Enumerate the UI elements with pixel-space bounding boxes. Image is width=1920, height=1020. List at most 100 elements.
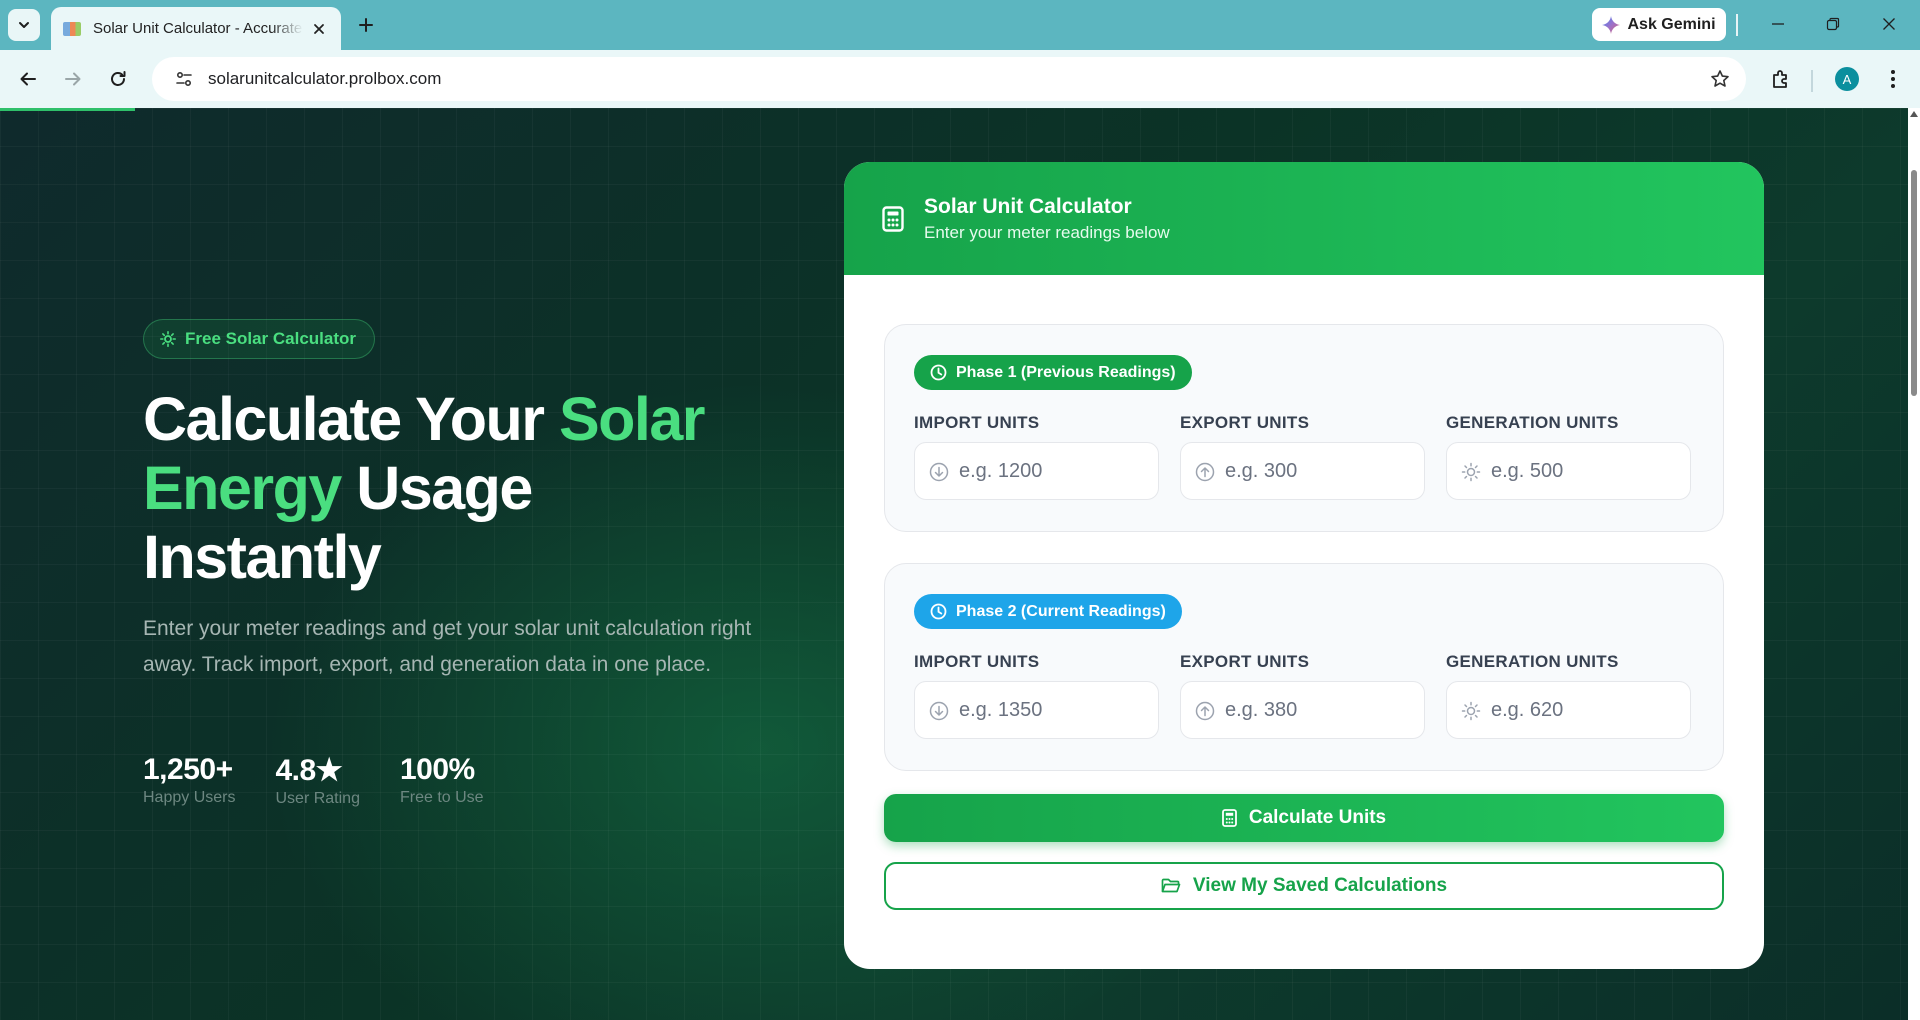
view-saved-calculations-button[interactable]: View My Saved Calculations [884,862,1724,910]
phase1-generation-input[interactable] [1447,443,1690,499]
puzzle-icon [1773,70,1787,88]
divider [1811,70,1813,92]
phase2-import-input[interactable] [915,682,1158,738]
arrow-right-icon [65,72,81,86]
close-window-button[interactable] [1869,8,1909,40]
bookmark-star-icon[interactable] [1708,67,1732,91]
close-icon [314,23,324,34]
browser-tab[interactable]: Solar Unit Calculator - Accurate Solar E… [51,7,341,50]
stat-label: Happy Users [143,789,236,806]
calculate-units-button[interactable]: Calculate Units [884,794,1724,842]
field-label: EXPORT UNITS [1180,652,1310,671]
browser-menu-button[interactable] [1876,62,1910,96]
sun-icon [160,331,176,347]
reload-button[interactable] [101,62,135,96]
browser-toolbar: solarunitcalculator.prolbox.com A [0,50,1920,108]
phase2-tag: Phase 2 (Current Readings) [914,594,1182,629]
scrollbar-thumb[interactable] [1911,170,1917,396]
headline-part1: Calculate Your [143,385,559,453]
phase2-import-wrapper [914,681,1159,739]
calculator-icon [882,205,904,232]
minimize-button[interactable] [1758,8,1798,40]
tab-strip: Solar Unit Calculator - Accurate Solar E… [0,0,1920,50]
view-saved-calculations-label: View My Saved Calculations [1192,875,1448,896]
phase2-export-field: EXPORT UNITS [1180,652,1425,739]
field-label: GENERATION UNITS [1446,413,1619,432]
page-scrollbar[interactable] [1908,108,1920,1020]
phase1-generation-wrapper [1446,442,1691,500]
ask-gemini-button[interactable]: Ask Gemini [1592,8,1726,41]
phase1-export-input[interactable] [1181,443,1424,499]
restore-button[interactable] [1813,8,1853,40]
stat-value: 100% [399,753,475,786]
phase1-export-wrapper [1180,442,1425,500]
free-calculator-badge: Free Solar Calculator [143,319,376,359]
phase2-fields: IMPORT UNITS EXPORT UNITS GENERATION UNI… [914,652,1691,739]
restore-icon [1826,17,1840,31]
stats-row: 1,250+ Happy Users 4.8★ User Rating 100%… [143,753,524,808]
phase2-tag-label: Phase 2 (Current Readings) [956,602,1166,620]
url-text: solarunitcalculator.prolbox.com [208,69,442,88]
tab-search-button[interactable] [8,9,40,41]
stat-value: 1,250+ [143,753,233,786]
scroll-up-arrow-icon[interactable] [1910,110,1918,118]
phase1-generation-field: GENERATION UNITS [1446,413,1691,500]
stat-users: 1,250+ Happy Users [143,753,235,808]
close-icon [1883,18,1895,30]
phase2-generation-field: GENERATION UNITS [1446,652,1691,739]
phase1-tag-label: Phase 1 (Previous Readings) [956,363,1176,381]
stat-label: User Rating [275,790,360,807]
chevron-down-icon [19,22,29,28]
field-label: IMPORT UNITS [914,413,1040,432]
minimize-icon [1772,23,1784,25]
calculator-card: Solar Unit Calculator Enter your meter r… [844,162,1764,969]
gemini-sparkle-icon [1602,15,1621,34]
address-bar[interactable]: solarunitcalculator.prolbox.com [152,57,1746,101]
profile-avatar[interactable]: A [1835,67,1859,91]
site-info-icon[interactable] [172,67,196,91]
stat-free: 100% Free to Use [400,753,484,808]
favicon-icon [63,21,81,36]
forward-button[interactable] [56,62,90,96]
close-tab-button[interactable] [309,19,329,39]
extensions-button[interactable] [1764,62,1798,96]
stat-value: 4.8★ [275,754,343,787]
tab-title: Solar Unit Calculator - Accurate Solar E… [93,20,303,37]
page-content: Free Solar Calculator Calculate Your Sol… [0,108,1908,1020]
phase1-tag: Phase 1 (Previous Readings) [914,355,1192,390]
plus-icon [359,18,373,32]
phase1-import-input[interactable] [915,443,1158,499]
badge-label: Free Solar Calculator [185,329,357,348]
folder-open-icon [1161,878,1181,893]
calculator-subtitle: Enter your meter readings below [924,222,1170,242]
page-title: Calculate Your Solar Energy Usage Instan… [143,385,763,592]
ask-gemini-label: Ask Gemini [1627,15,1716,33]
stat-label: Free to Use [399,789,484,806]
calculate-units-label: Calculate Units [1248,807,1387,828]
field-label: IMPORT UNITS [914,652,1040,671]
hero-description: Enter your meter readings and get your s… [143,617,752,676]
phase1-import-field: IMPORT UNITS [914,413,1159,500]
more-vertical-icon [1891,70,1895,88]
phase1-section: Phase 1 (Previous Readings) IMPORT UNITS… [884,324,1724,532]
divider [1736,14,1738,36]
phase1-fields: IMPORT UNITS EXPORT UNITS GENERATION UNI… [914,413,1691,500]
stat-rating: 4.8★ User Rating [275,753,359,808]
loading-progress-bar [0,108,135,111]
clock-icon [930,364,947,381]
phase1-import-wrapper [914,442,1159,500]
calculator-header: Solar Unit Calculator Enter your meter r… [844,162,1764,275]
phase2-generation-input[interactable] [1447,682,1690,738]
phase2-section: Phase 2 (Current Readings) IMPORT UNITS … [884,563,1724,771]
calculator-title: Solar Unit Calculator [924,194,1132,218]
phase2-export-input[interactable] [1181,682,1424,738]
phase1-export-field: EXPORT UNITS [1180,413,1425,500]
calculator-icon [1221,809,1237,827]
arrow-left-icon [20,72,36,86]
field-label: GENERATION UNITS [1446,652,1619,671]
back-button[interactable] [11,62,45,96]
phase2-generation-wrapper [1446,681,1691,739]
phase2-export-wrapper [1180,681,1425,739]
new-tab-button[interactable] [351,10,381,40]
phase2-import-field: IMPORT UNITS [914,652,1159,739]
